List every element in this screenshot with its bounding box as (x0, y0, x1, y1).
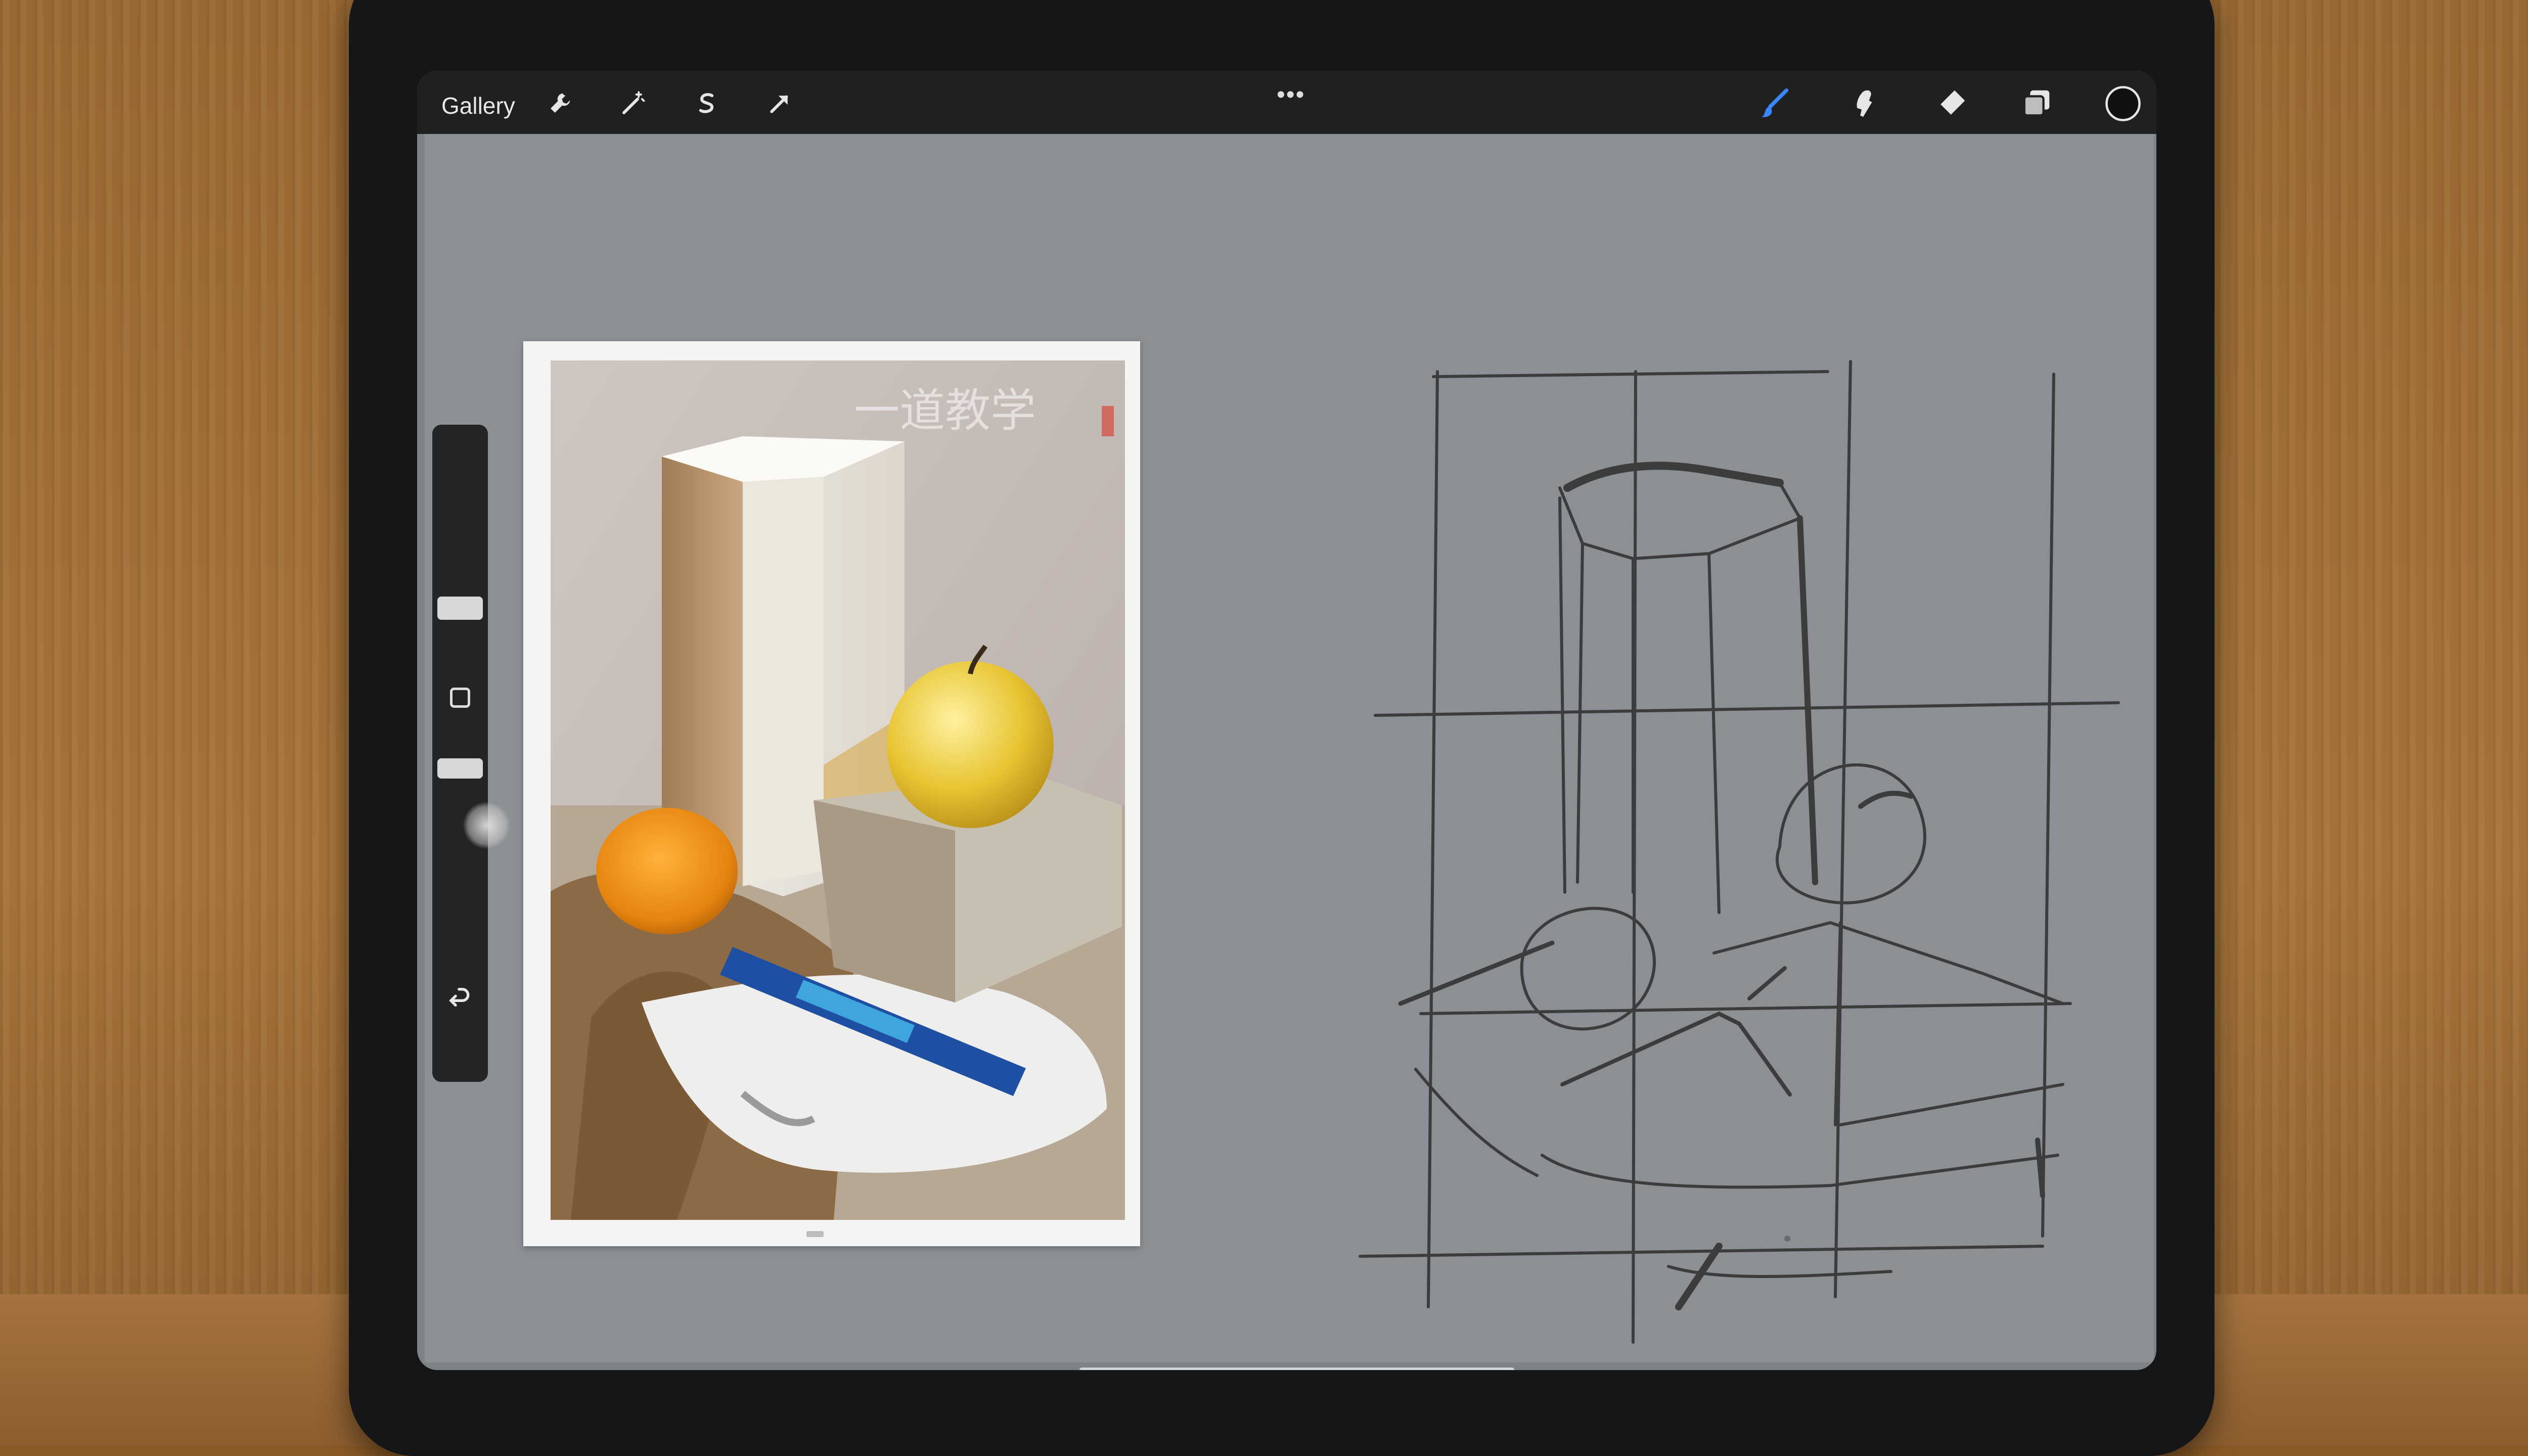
layers-icon[interactable] (2020, 86, 2055, 121)
move-arrow-icon[interactable] (766, 90, 793, 117)
selection-icon[interactable] (693, 90, 720, 117)
brush-size-slider[interactable] (437, 597, 483, 620)
opacity-slider[interactable] (437, 758, 483, 779)
eraser-icon[interactable] (1934, 86, 1969, 121)
brush-icon[interactable] (1757, 86, 1792, 121)
top-toolbar: Gallery ••• (417, 71, 2156, 134)
gallery-button[interactable]: Gallery (441, 92, 515, 119)
magic-wand-icon[interactable] (619, 90, 647, 117)
procreate-screen: Gallery ••• 一道教学 (417, 71, 2156, 1370)
touch-indicator (463, 801, 511, 849)
left-sidebar (432, 425, 488, 1082)
modify-button[interactable] (450, 688, 470, 708)
smudge-icon[interactable] (1845, 86, 1881, 121)
more-menu-button[interactable]: ••• (1277, 81, 1305, 109)
drawing-canvas[interactable]: 一道教学 (425, 134, 2154, 1362)
color-circle-icon[interactable] (2103, 84, 2143, 123)
home-indicator[interactable] (1079, 1368, 1514, 1370)
undo-icon[interactable] (446, 986, 474, 1013)
pencil-sketch (1359, 360, 2120, 1344)
wrench-icon[interactable] (546, 90, 573, 117)
